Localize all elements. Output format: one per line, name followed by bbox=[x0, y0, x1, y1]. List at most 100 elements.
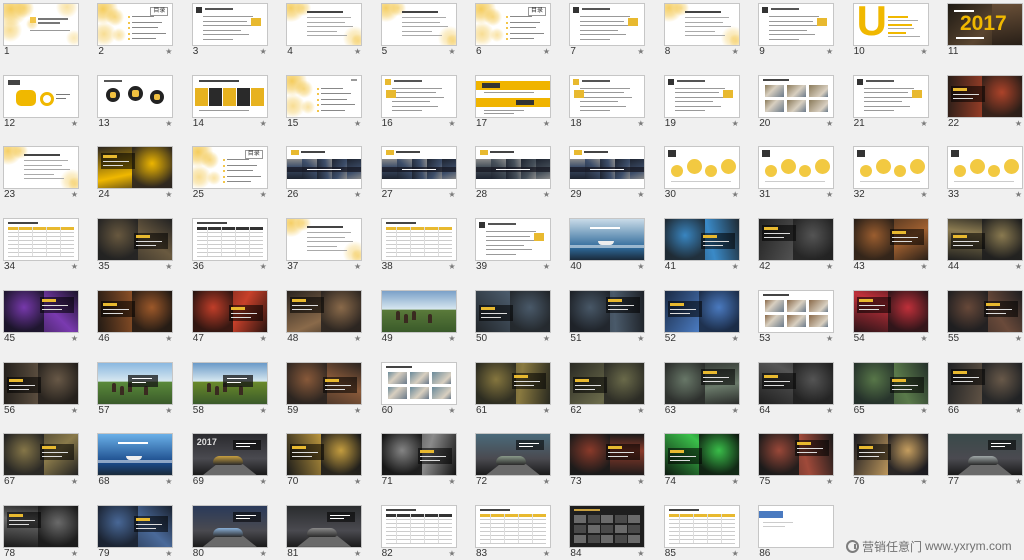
slide-item[interactable]: 73 ★ bbox=[569, 433, 646, 487]
slide-item[interactable]: 4 ★ bbox=[286, 3, 363, 57]
slide-item[interactable]: 57 ★ bbox=[97, 361, 174, 416]
slide-thumbnail[interactable] bbox=[3, 504, 79, 548]
slide-thumbnail[interactable] bbox=[569, 218, 646, 262]
slide-thumbnail[interactable] bbox=[947, 361, 1023, 405]
animation-star-icon[interactable]: ★ bbox=[165, 262, 172, 272]
slide-thumbnail[interactable] bbox=[97, 361, 174, 405]
slide-item[interactable]: 45 ★ bbox=[3, 289, 79, 344]
slide-item[interactable]: 19 ★ bbox=[663, 74, 740, 129]
animation-star-icon[interactable]: ★ bbox=[637, 262, 644, 272]
animation-star-icon[interactable]: ★ bbox=[448, 334, 455, 344]
slide-item[interactable]: 目录 2 ★ bbox=[97, 3, 174, 57]
slide-item[interactable]: 1 bbox=[3, 3, 79, 57]
slide-item[interactable]: 79 ★ bbox=[97, 504, 174, 559]
slide-item[interactable]: 51 ★ bbox=[569, 289, 646, 344]
animation-star-icon[interactable]: ★ bbox=[165, 477, 172, 487]
slide-item[interactable]: 15 ★ bbox=[286, 74, 363, 129]
slide-thumbnail[interactable] bbox=[758, 3, 835, 46]
animation-star-icon[interactable]: ★ bbox=[448, 262, 455, 272]
animation-star-icon[interactable]: ★ bbox=[448, 47, 455, 57]
slide-item[interactable]: 30 ★ bbox=[663, 146, 740, 200]
slide-thumbnail[interactable] bbox=[569, 3, 646, 46]
slide-item[interactable]: 13 ★ bbox=[97, 74, 174, 129]
slide-item[interactable]: 83 ★ bbox=[475, 504, 551, 559]
animation-star-icon[interactable]: ★ bbox=[543, 119, 550, 129]
slide-thumbnail[interactable] bbox=[380, 74, 457, 118]
slide-item[interactable]: 68 ★ bbox=[97, 433, 174, 487]
animation-star-icon[interactable]: ★ bbox=[732, 47, 739, 57]
slide-item[interactable]: 31 ★ bbox=[758, 146, 835, 200]
slide-item[interactable]: 65 ★ bbox=[852, 361, 929, 416]
slide-thumbnail[interactable] bbox=[380, 3, 457, 46]
animation-star-icon[interactable]: ★ bbox=[71, 406, 78, 416]
animation-star-icon[interactable]: ★ bbox=[543, 406, 550, 416]
slide-item[interactable]: 22 ★ bbox=[947, 74, 1023, 129]
slide-thumbnail[interactable] bbox=[475, 433, 551, 477]
animation-star-icon[interactable]: ★ bbox=[920, 119, 927, 129]
slide-item[interactable]: 38 ★ bbox=[380, 218, 457, 272]
animation-star-icon[interactable]: ★ bbox=[732, 549, 739, 559]
animation-star-icon[interactable]: ★ bbox=[920, 406, 927, 416]
slide-thumbnail[interactable] bbox=[663, 74, 740, 118]
slide-item[interactable]: 53 ★ bbox=[758, 289, 835, 344]
animation-star-icon[interactable]: ★ bbox=[1015, 477, 1022, 487]
slide-thumbnail[interactable]: 目录 bbox=[97, 3, 174, 46]
slide-thumbnail[interactable] bbox=[380, 361, 457, 405]
animation-star-icon[interactable]: ★ bbox=[1015, 406, 1022, 416]
slide-thumbnail[interactable] bbox=[569, 146, 646, 190]
slide-thumbnail[interactable] bbox=[380, 218, 457, 262]
slide-item[interactable]: 55 ★ bbox=[947, 289, 1023, 344]
animation-star-icon[interactable]: ★ bbox=[826, 47, 833, 57]
animation-star-icon[interactable]: ★ bbox=[354, 549, 361, 559]
slide-item[interactable]: 71 ★ bbox=[380, 433, 457, 487]
slide-thumbnail[interactable] bbox=[286, 74, 363, 118]
animation-star-icon[interactable]: ★ bbox=[637, 406, 644, 416]
animation-star-icon[interactable]: ★ bbox=[165, 406, 172, 416]
slide-thumbnail[interactable] bbox=[663, 289, 740, 333]
slide-item[interactable]: 2017 69 ★ bbox=[191, 433, 268, 487]
animation-star-icon[interactable]: ★ bbox=[826, 119, 833, 129]
slide-thumbnail[interactable] bbox=[475, 146, 551, 190]
slide-thumbnail[interactable] bbox=[97, 74, 174, 118]
slide-thumbnail[interactable] bbox=[475, 218, 551, 262]
animation-star-icon[interactable]: ★ bbox=[260, 334, 267, 344]
animation-star-icon[interactable]: ★ bbox=[637, 190, 644, 200]
slide-thumbnail[interactable] bbox=[758, 433, 835, 477]
animation-star-icon[interactable]: ★ bbox=[732, 477, 739, 487]
slide-item[interactable]: 36 ★ bbox=[191, 218, 268, 272]
animation-star-icon[interactable]: ★ bbox=[732, 334, 739, 344]
animation-star-icon[interactable]: ★ bbox=[920, 334, 927, 344]
slide-item[interactable]: 27 ★ bbox=[380, 146, 457, 200]
slide-thumbnail[interactable] bbox=[663, 3, 740, 46]
slide-item[interactable]: 20 ★ bbox=[758, 74, 835, 129]
animation-star-icon[interactable]: ★ bbox=[260, 119, 267, 129]
slide-item[interactable]: 78 ★ bbox=[3, 504, 79, 559]
animation-star-icon[interactable]: ★ bbox=[920, 477, 927, 487]
animation-star-icon[interactable]: ★ bbox=[637, 549, 644, 559]
slide-thumbnail[interactable] bbox=[758, 74, 835, 118]
animation-star-icon[interactable]: ★ bbox=[260, 406, 267, 416]
slide-item[interactable]: 64 ★ bbox=[758, 361, 835, 416]
animation-star-icon[interactable]: ★ bbox=[260, 190, 267, 200]
slide-thumbnail[interactable] bbox=[380, 146, 457, 190]
slide-thumbnail[interactable] bbox=[191, 218, 268, 262]
slide-item[interactable]: 9 ★ bbox=[758, 3, 835, 57]
animation-star-icon[interactable]: ★ bbox=[543, 549, 550, 559]
slide-item[interactable]: 14 ★ bbox=[191, 74, 268, 129]
slide-thumbnail[interactable] bbox=[852, 146, 929, 190]
slide-thumbnail[interactable] bbox=[947, 74, 1023, 118]
slide-thumbnail[interactable] bbox=[475, 361, 551, 405]
slide-thumbnail[interactable] bbox=[380, 504, 457, 548]
slide-item[interactable]: 2017 11 bbox=[947, 3, 1023, 57]
slide-item[interactable]: 67 ★ bbox=[3, 433, 79, 487]
slide-item[interactable]: 77 ★ bbox=[947, 433, 1023, 487]
slide-item[interactable]: 56 ★ bbox=[3, 361, 79, 416]
animation-star-icon[interactable]: ★ bbox=[71, 549, 78, 559]
slide-thumbnail[interactable] bbox=[380, 289, 457, 333]
slide-thumbnail[interactable] bbox=[191, 3, 268, 46]
slide-thumbnail[interactable] bbox=[475, 74, 551, 118]
slide-item[interactable]: 8 ★ bbox=[663, 3, 740, 57]
animation-star-icon[interactable]: ★ bbox=[543, 477, 550, 487]
slide-thumbnail[interactable] bbox=[3, 218, 79, 262]
slide-thumbnail[interactable] bbox=[191, 504, 268, 548]
